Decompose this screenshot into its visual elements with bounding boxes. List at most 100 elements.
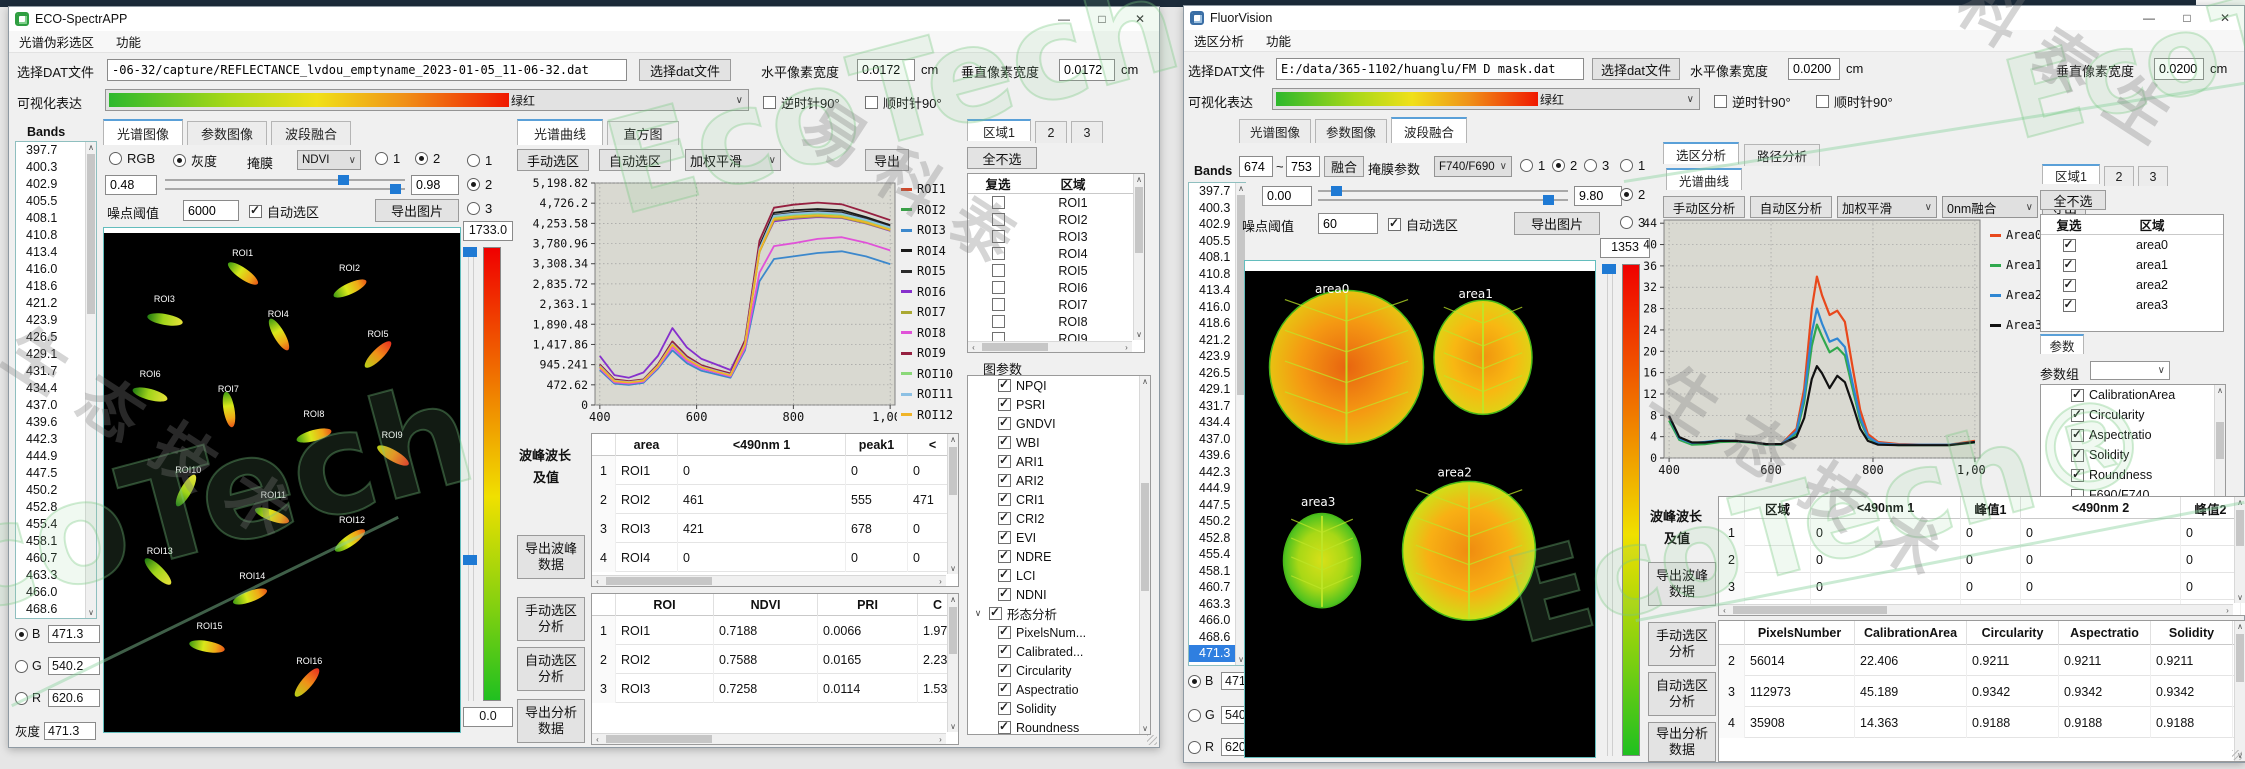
rgb-option[interactable]: RGB [109, 151, 155, 166]
table-cell[interactable]: 0 [678, 456, 846, 485]
fusion-band-end-input[interactable] [1286, 156, 1320, 177]
table-cell[interactable]: 0 [1811, 546, 1961, 573]
tab-spectral-image[interactable]: 光谱图像 [1239, 119, 1311, 143]
v-pixel-width-input[interactable] [1059, 59, 1115, 81]
gray-value[interactable]: 471.3 [44, 722, 96, 740]
table-cell[interactable]: 22.406 [1855, 645, 1967, 676]
checklist-item[interactable]: PixelsNum... [968, 623, 1150, 642]
band-item[interactable]: 439.6 [16, 414, 96, 431]
table-cell[interactable]: 0.9342 [2151, 676, 2233, 707]
channel-b-radio[interactable] [15, 628, 28, 641]
table-cell[interactable]: ROI1 [616, 456, 678, 485]
item-checkbox[interactable] [998, 721, 1011, 734]
grayscale-radio[interactable] [173, 154, 186, 167]
checklist-item[interactable]: EVI [968, 528, 1150, 547]
item-checkbox[interactable] [998, 493, 1011, 506]
checklist-item[interactable]: Solidity [2041, 445, 2225, 465]
row-checkbox[interactable] [2063, 259, 2076, 272]
range-high-input[interactable] [1574, 186, 1622, 206]
table-cell[interactable]: 0.9188 [1967, 707, 2059, 738]
tab-region-2[interactable]: 2 [2104, 166, 2134, 186]
table-cell[interactable]: 0.7188 [714, 616, 818, 645]
band-item[interactable]: 442.3 [16, 431, 96, 448]
table-cell[interactable]: 3 [1719, 573, 1745, 600]
table-vscrollbar[interactable]: ∧∨ [2234, 621, 2245, 761]
tab-band-fusion[interactable]: 波段融合 [271, 121, 351, 145]
channel-r-radio[interactable] [1188, 741, 1201, 754]
table-row[interactable]: 3ROI30.72580.01141.5342 [592, 674, 958, 703]
table-row[interactable]: 43590814.3630.91880.91880.9188 [1719, 707, 2245, 738]
item-checkbox[interactable] [2071, 449, 2084, 462]
range-slider[interactable] [1318, 186, 1568, 206]
checklist-item[interactable]: Circularity [968, 661, 1150, 680]
mask-param-combo[interactable]: F740/F690 ∨ [1434, 156, 1512, 177]
param-group-combo[interactable]: ∨ [2090, 361, 2170, 380]
view-radio-2[interactable] [1620, 188, 1633, 201]
tab-spectral-curve[interactable]: 光谱曲线 [1666, 168, 1742, 190]
checklist-item[interactable]: NDRE [968, 547, 1150, 566]
item-checkbox[interactable] [998, 683, 1011, 696]
choose-dat-button[interactable]: 选择dat文件 [639, 59, 731, 81]
close-button[interactable]: ✕ [1121, 7, 1159, 31]
row-checkbox[interactable] [992, 298, 1005, 311]
item-checkbox[interactable] [998, 588, 1011, 601]
auto-roi-checkbox[interactable] [1388, 218, 1401, 231]
noise-threshold-input[interactable] [1318, 213, 1378, 234]
titlebar[interactable]: FluorVision — □ ✕ [1184, 6, 2244, 30]
colorbar-handle-bottom[interactable] [463, 555, 477, 565]
band-item[interactable]: 431.7 [16, 363, 96, 380]
deselect-all-button[interactable]: 全不选 [2040, 190, 2106, 210]
checklist-item[interactable]: CalibrationArea [2041, 385, 2225, 405]
manual-analysis-button[interactable]: 手动选区 分析 [517, 597, 585, 641]
item-checkbox[interactable] [998, 417, 1011, 430]
row-checkbox[interactable] [992, 315, 1005, 328]
band-item[interactable]: 458.1 [16, 533, 96, 550]
band-item[interactable]: 447.5 [16, 465, 96, 482]
table-cell[interactable] [1745, 519, 1811, 546]
h-pixel-width-input[interactable] [1788, 58, 1840, 80]
channel-b-value[interactable]: 471.3 [48, 625, 100, 643]
band-item[interactable]: 423.9 [16, 312, 96, 329]
mask-radio-1[interactable] [1520, 159, 1533, 172]
table-cell[interactable]: 0.0165 [818, 645, 918, 674]
tab-spectral-image[interactable]: 光谱图像 [103, 119, 183, 145]
minimize-button[interactable]: — [1045, 7, 1083, 31]
view-radio-1[interactable] [1620, 159, 1633, 172]
table-hscrollbar[interactable]: ‹› [592, 733, 946, 744]
auto-analysis-button[interactable]: 自动选区 分析 [1648, 672, 1716, 716]
checklist-item[interactable]: NDNI [968, 585, 1150, 604]
table-hscrollbar[interactable]: ‹› [1719, 604, 2233, 615]
table-cell[interactable]: 0 [846, 456, 908, 485]
table-hscrollbar[interactable]: ‹› [592, 575, 946, 586]
tab-parameters[interactable]: 参数 [2040, 334, 2084, 354]
item-checkbox[interactable] [998, 702, 1011, 715]
table-row[interactable]: 311297345.1890.93420.93420.9342 [1719, 676, 2245, 707]
table-cell[interactable]: 0 [2181, 519, 2241, 546]
view-option-1[interactable]: 1 [467, 153, 492, 168]
table-row[interactable]: 1ROI10.71880.00661.9774 [592, 616, 958, 645]
table-cell[interactable]: 0.9188 [2151, 707, 2233, 738]
item-checkbox[interactable] [998, 455, 1011, 468]
rotate-ccw-option[interactable]: 逆时针90° [763, 93, 840, 112]
view-radio-3[interactable] [1620, 216, 1633, 229]
rotate-cw-checkbox[interactable] [865, 96, 878, 109]
menu-roi-analysis[interactable]: 选区分析 [1194, 31, 1244, 50]
checklist-item[interactable]: WBI [968, 433, 1150, 452]
row-checkbox[interactable] [2063, 239, 2076, 252]
table-cell[interactable]: 0.9342 [1967, 676, 2059, 707]
export-image-button[interactable]: 导出图片 [375, 199, 459, 222]
table-cell[interactable]: 1 [592, 456, 616, 485]
item-checkbox[interactable] [998, 398, 1011, 411]
mask-combo[interactable]: NDVI ∨ [297, 150, 361, 170]
band-item[interactable]: 466.0 [16, 584, 96, 601]
table-row[interactable]: 1ROI1000 [592, 456, 958, 485]
view-radio-3[interactable] [467, 202, 480, 215]
slider-handle-low[interactable] [1331, 186, 1342, 196]
colorbar-min-value[interactable]: 0.0 [463, 707, 513, 727]
manual-roi-button[interactable]: 手动选区 [517, 149, 589, 171]
table-cell[interactable]: 3 [592, 674, 616, 703]
item-checkbox[interactable] [998, 569, 1011, 582]
band-item[interactable]: 413.4 [16, 244, 96, 261]
check-table-row[interactable]: area0 [2041, 235, 2223, 255]
band-item[interactable]: 455.4 [16, 516, 96, 533]
